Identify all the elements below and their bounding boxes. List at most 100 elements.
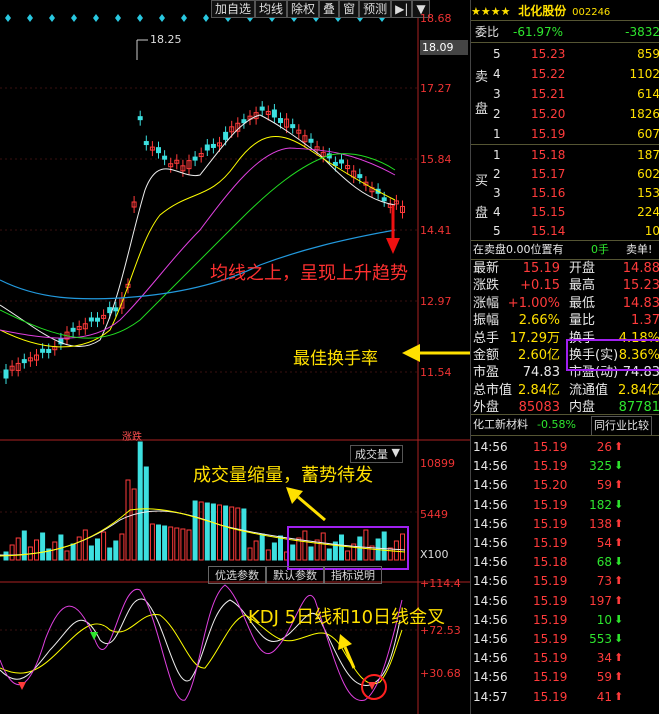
tick-row[interactable]: 14:56 15.19 325 ⬇ xyxy=(471,457,659,475)
tick-time: 14:56 xyxy=(473,516,508,531)
chart-toolbar[interactable]: 加自选 均线 除权 叠 窗 预测 ▶| ▼ xyxy=(211,0,430,18)
tick-volume: 68 xyxy=(596,555,612,570)
arrow-up-icon: ⬆ xyxy=(614,670,624,684)
kdj-sell-arrow-icon xyxy=(90,632,98,640)
tick-price: 15.19 xyxy=(533,516,568,531)
kdj-golden-cross-circle xyxy=(361,674,387,700)
tick-row[interactable]: 14:56 15.19 73 ⬆ xyxy=(471,572,659,590)
window-button[interactable]: 窗 xyxy=(339,0,360,18)
tick-price: 15.19 xyxy=(533,593,568,608)
ma-button[interactable]: 均线 xyxy=(255,0,288,18)
tick-volume: 59 xyxy=(596,670,612,685)
tick-row[interactable]: 14:56 15.20 59 ⬆ xyxy=(471,476,659,494)
tick-row[interactable]: 14:56 15.19 26 ⬆ xyxy=(471,438,659,456)
volume-bar xyxy=(125,479,131,561)
sell-order-row[interactable]: 4 15.22 1102 xyxy=(471,65,659,83)
tick-row[interactable]: 14:56 15.19 182 ⬇ xyxy=(471,496,659,514)
tick-row[interactable]: 14:56 15.18 68 ⬇ xyxy=(471,553,659,571)
overlay-button[interactable]: 叠 xyxy=(319,0,340,18)
candle-body xyxy=(192,156,198,161)
order-price: 15.16 xyxy=(531,186,566,200)
indicator-tabs[interactable]: 优选参数 默认参数 指标说明 xyxy=(208,566,382,584)
arrow-up-icon: ⬆ xyxy=(614,536,624,549)
volume-bar xyxy=(363,529,369,561)
kdj-axis-label: +114.4 xyxy=(420,577,461,590)
sell-order-row[interactable]: 2 15.20 1826 xyxy=(471,105,659,123)
candle-body xyxy=(88,317,94,322)
current-price-tag: 18.09 xyxy=(420,40,468,55)
stock-header: ★★★★ 北化股份 002246 xyxy=(471,2,659,20)
buy-order-row[interactable]: 5 15.14 10 xyxy=(471,222,659,240)
tick-row[interactable]: 14:56 15.19 197 ⬆ xyxy=(471,592,659,610)
buy-order-row[interactable]: 4 15.15 224 xyxy=(471,203,659,221)
tick-row[interactable]: 14:56 15.19 553 ⬇ xyxy=(471,630,659,648)
stat-value: 2.84亿 xyxy=(518,382,560,398)
forecast-button[interactable]: 预测 xyxy=(359,0,392,18)
volume-bar xyxy=(308,546,314,561)
order-volume: 1826 xyxy=(629,107,659,121)
stat-label: 总手 xyxy=(473,330,500,346)
high-price-label: 18.25 xyxy=(150,33,182,46)
tick-row[interactable]: 14:56 15.19 10 ⬇ xyxy=(471,611,659,629)
tick-row[interactable]: 14:56 15.19 138 ⬆ xyxy=(471,515,659,533)
event-diamond-icon xyxy=(159,14,165,22)
volume-bar xyxy=(119,533,125,561)
volume-bar xyxy=(192,500,198,561)
buy-order-row[interactable]: 1 15.18 187 xyxy=(471,146,659,164)
volume-bar xyxy=(40,532,46,561)
order-level: 4 xyxy=(493,67,501,81)
stat-row: 涨幅 +1.00% 最低 14.83 xyxy=(471,295,659,313)
tab-optimal-params[interactable]: 优选参数 xyxy=(208,566,266,584)
rating-stars-icon: ★★★★ xyxy=(471,5,511,18)
tick-row[interactable]: 14:56 15.19 54 ⬆ xyxy=(471,534,659,552)
add-favorite-button[interactable]: 加自选 xyxy=(211,0,256,18)
limit-tag: 涨跌 xyxy=(122,432,142,443)
kline-chart-area[interactable]: 加自选 均线 除权 叠 窗 预测 ▶| ▼ 18.25 18.68 18.09 … xyxy=(0,0,570,714)
tab-default-params[interactable]: 默认参数 xyxy=(266,566,324,584)
tick-volume: 34 xyxy=(596,651,612,666)
industry-compare-button[interactable]: 同行业比较 xyxy=(591,416,652,436)
candle-body xyxy=(204,144,210,151)
quote-panel: ★★★★ 北化股份 002246 委比 -61.97% -3832 卖 盘 51… xyxy=(470,0,659,714)
play-end-button[interactable]: ▶| xyxy=(391,0,413,18)
tick-volume: 10 xyxy=(596,612,612,627)
volume-unit-label: X100 xyxy=(420,548,449,561)
stat-label: 最新 xyxy=(473,261,500,276)
candle-body xyxy=(21,359,27,364)
volume-bar xyxy=(253,540,259,561)
sell-order-row[interactable]: 5 15.23 859 xyxy=(471,45,659,63)
stat-label: 开盘 xyxy=(569,261,596,276)
sell-order-row[interactable]: 1 15.19 607 xyxy=(471,125,659,143)
tab-indicator-help[interactable]: 指标说明 xyxy=(324,566,382,584)
stat-label: 涨跌 xyxy=(473,278,500,294)
stat-label: 振幅 xyxy=(473,313,500,329)
tick-row[interactable]: 14:56 15.19 59 ⬆ xyxy=(471,668,659,686)
tick-price: 15.19 xyxy=(533,440,568,454)
stat-label: 最低 xyxy=(569,295,596,311)
ex-rights-button[interactable]: 除权 xyxy=(287,0,320,18)
tick-price: 15.19 xyxy=(533,612,568,627)
tick-row[interactable]: 14:57 15.19 41 ⬆ xyxy=(471,688,659,706)
industry-row[interactable]: 化工新材料 -0.58% 同行业比较 xyxy=(471,416,659,436)
volume-bar xyxy=(174,527,180,561)
buy-order-row[interactable]: 2 15.17 602 xyxy=(471,165,659,183)
tick-volume: 138 xyxy=(589,516,612,531)
tick-time: 14:56 xyxy=(473,478,508,493)
volume-bar xyxy=(21,530,27,561)
stat-label: 涨幅 xyxy=(473,295,500,311)
volume-bar xyxy=(345,550,351,561)
event-diamond-icon xyxy=(49,14,55,22)
buy-order-row[interactable]: 3 15.16 153 xyxy=(471,184,659,202)
tick-row[interactable]: 14:56 15.19 34 ⬆ xyxy=(471,649,659,667)
stat-row: 振幅 2.66% 量比 1.37 xyxy=(471,312,659,330)
tick-time: 14:57 xyxy=(473,689,508,704)
sell-order-row[interactable]: 3 15.21 614 xyxy=(471,85,659,103)
order-price: 15.14 xyxy=(531,224,566,238)
order-volume: 602 xyxy=(637,167,659,181)
order-volume: 10 xyxy=(644,224,659,238)
stat-value: 15.23 xyxy=(622,278,659,294)
volume-bar xyxy=(393,540,399,561)
volume-bar xyxy=(186,529,192,561)
tick-time: 14:56 xyxy=(473,440,508,454)
volume-annotation: 成交量缩量，蓄势待发 xyxy=(193,465,373,486)
